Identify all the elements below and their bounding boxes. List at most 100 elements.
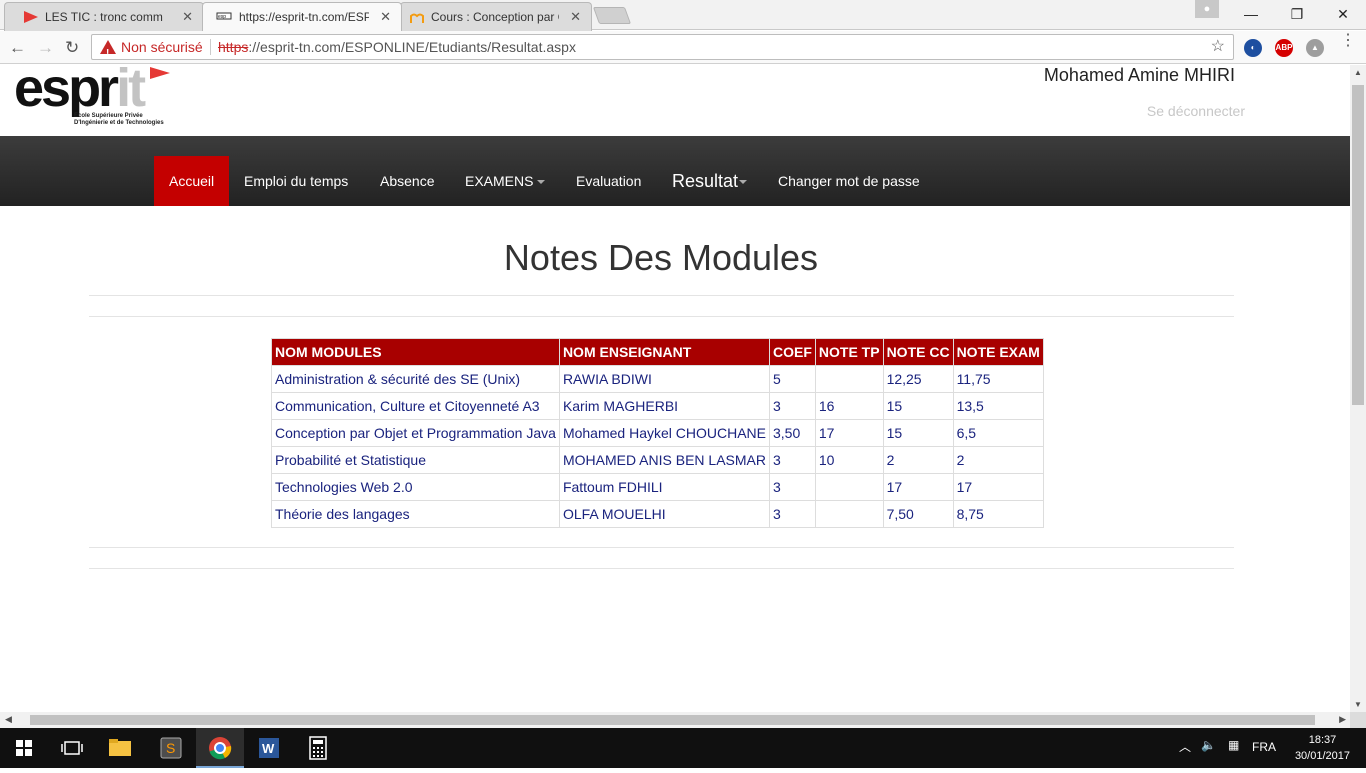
note-cc-cell: 7,50 xyxy=(882,500,954,528)
coef-cell: 3 xyxy=(769,500,816,528)
nav-accueil[interactable]: Accueil xyxy=(154,156,230,206)
module-cell: Théorie des langages xyxy=(271,500,560,528)
nav-resultat-label: Resultat xyxy=(672,171,739,191)
warning-icon xyxy=(100,40,116,66)
note-exam-cell: 2 xyxy=(952,446,1044,474)
tab-label: Cours : Conception par O xyxy=(431,10,559,24)
browser-tab-1[interactable]: LES TIC : tronc commun ✕ xyxy=(4,2,204,31)
scrollbar-thumb[interactable] xyxy=(30,715,1315,725)
tab-label: https://esprit-tn.com/ESP xyxy=(239,10,369,24)
adblock-icon[interactable]: ABP xyxy=(1275,39,1293,57)
horizontal-scrollbar[interactable]: ◀ ▶ xyxy=(0,712,1350,728)
nav-resultat[interactable]: Resultat xyxy=(657,156,762,206)
table-header-row: NOM MODULES NOM ENSEIGNANT COEF NOTE TP … xyxy=(271,338,1044,366)
column-header: NOTE EXAM xyxy=(952,338,1044,366)
url-text[interactable]: https://esprit-tn.com/ESPONLINE/Etudiant… xyxy=(218,35,576,59)
task-view-icon xyxy=(61,741,83,755)
volume-icon[interactable]: 🔈 xyxy=(1201,738,1216,752)
reload-icon[interactable]: ↻ xyxy=(65,38,79,58)
svg-text:S: S xyxy=(166,740,175,756)
coef-cell: 3 xyxy=(769,446,816,474)
note-cc-cell: 17 xyxy=(882,473,954,501)
teacher-cell: Fattoum FDHILI xyxy=(558,473,771,501)
teacher-cell: RAWIA BDIWI xyxy=(558,365,771,393)
nav-evaluation[interactable]: Evaluation xyxy=(561,156,656,206)
close-tab-icon[interactable]: ✕ xyxy=(570,9,581,25)
minimize-icon[interactable]: — xyxy=(1228,0,1274,28)
note-cc-cell: 12,25 xyxy=(882,365,954,393)
note-cc-cell: 15 xyxy=(882,419,954,447)
note-exam-cell: 17 xyxy=(952,473,1044,501)
vertical-scrollbar[interactable]: ▲ ▼ xyxy=(1350,65,1366,712)
note-exam-cell: 6,5 xyxy=(952,419,1044,447)
note-exam-cell: 8,75 xyxy=(952,500,1044,528)
menu-icon[interactable]: ⋮ xyxy=(1340,33,1356,49)
nav-examens[interactable]: EXAMENS xyxy=(450,156,560,206)
nav-changer-mot-de-passe[interactable]: Changer mot de passe xyxy=(763,156,935,206)
extension-icon[interactable]: ◐ xyxy=(1244,39,1262,57)
scroll-right-icon[interactable]: ▶ xyxy=(1339,714,1346,725)
caret-down-icon xyxy=(537,180,546,185)
note-exam-cell: 11,75 xyxy=(952,365,1044,393)
logo-subtitle-line-1: Ecole Supérieure Privée xyxy=(74,113,143,119)
coef-cell: 5 xyxy=(769,365,816,393)
note-cc-cell: 15 xyxy=(882,392,954,420)
divider xyxy=(89,568,1234,569)
svg-text:esp: esp xyxy=(218,14,226,20)
close-tab-icon[interactable]: ✕ xyxy=(182,9,193,25)
close-tab-icon[interactable]: ✕ xyxy=(380,9,391,25)
sublime-text-button[interactable]: S xyxy=(146,728,194,768)
new-tab-button[interactable] xyxy=(592,7,632,24)
browser-tab-3[interactable]: Cours : Conception par O ✕ xyxy=(400,2,592,31)
esprit-logo[interactable]: esprit xyxy=(14,65,146,119)
play-icon xyxy=(24,11,38,23)
window-controls: — ❐ ✕ xyxy=(1228,0,1366,28)
bookmark-star-icon[interactable]: ☆ xyxy=(1211,35,1225,59)
back-arrow-icon[interactable]: ← xyxy=(9,38,26,58)
chrome-icon xyxy=(209,737,232,760)
network-icon[interactable]: ▦ xyxy=(1228,738,1239,752)
drive-icon[interactable]: ▲ xyxy=(1306,39,1324,57)
note-tp-cell: 17 xyxy=(814,419,884,447)
start-button[interactable] xyxy=(0,728,48,768)
scroll-down-icon[interactable]: ▼ xyxy=(1354,700,1362,709)
close-window-icon[interactable]: ✕ xyxy=(1320,0,1366,28)
browser-tab-2[interactable]: esp https://esprit-tn.com/ESP ✕ xyxy=(202,2,402,31)
site-header: esprit Ecole Supérieure Privée D'Ingénie… xyxy=(0,65,1350,136)
nav-absence[interactable]: Absence xyxy=(365,156,449,206)
table-row: Technologies Web 2.0 Fattoum FDHILI 3 17… xyxy=(271,473,1044,501)
table-row: Conception par Objet et Programmation Ja… xyxy=(271,419,1044,447)
word-button[interactable]: W xyxy=(244,728,292,768)
forward-arrow-icon[interactable]: → xyxy=(37,38,54,58)
profile-icon[interactable]: ● xyxy=(1195,0,1219,18)
scroll-up-icon[interactable]: ▲ xyxy=(1354,68,1362,77)
address-bar[interactable]: Non sécurisé https://esprit-tn.com/ESPON… xyxy=(91,34,1234,66)
scroll-left-icon[interactable]: ◀ xyxy=(5,714,12,725)
restore-icon[interactable]: ❐ xyxy=(1274,0,1320,28)
tab-label: LES TIC : tronc commun xyxy=(45,10,163,24)
logo-subtitle: Ecole Supérieure Privée D'Ingénierie et … xyxy=(74,113,164,127)
scrollbar-thumb[interactable] xyxy=(1352,85,1364,405)
language-indicator[interactable]: FRA xyxy=(1252,740,1276,754)
nav-emploi-du-temps[interactable]: Emploi du temps xyxy=(229,156,363,206)
logout-link[interactable]: Se déconnecter xyxy=(1147,103,1245,119)
word-icon: W xyxy=(259,738,279,758)
note-tp-cell: 10 xyxy=(814,446,884,474)
file-explorer-button[interactable] xyxy=(96,728,144,768)
table-row: Communication, Culture et Citoyenneté A3… xyxy=(271,392,1044,420)
system-clock[interactable]: 18:37 30/01/2017 xyxy=(1295,732,1350,764)
calculator-button[interactable] xyxy=(294,728,342,768)
url-protocol: https xyxy=(218,39,249,55)
logo-text: espr xyxy=(14,65,119,118)
grades-table: NOM MODULES NOM ENSEIGNANT COEF NOTE TP … xyxy=(271,338,1044,528)
windows-taskbar: S W ︿ 🔈 ▦ FRA 18:37 30/01/2017 xyxy=(0,728,1366,768)
chrome-button[interactable] xyxy=(196,728,244,768)
task-view-button[interactable] xyxy=(48,728,96,768)
security-label[interactable]: Non sécurisé xyxy=(121,35,203,59)
esprit-favicon: esp xyxy=(216,12,232,20)
chevron-up-icon[interactable]: ︿ xyxy=(1179,738,1191,755)
calculator-icon xyxy=(309,736,327,760)
table-row: Théorie des langages OLFA MOUELHI 3 7,50… xyxy=(271,500,1044,528)
coef-cell: 3 xyxy=(769,473,816,501)
note-cc-cell: 2 xyxy=(882,446,954,474)
